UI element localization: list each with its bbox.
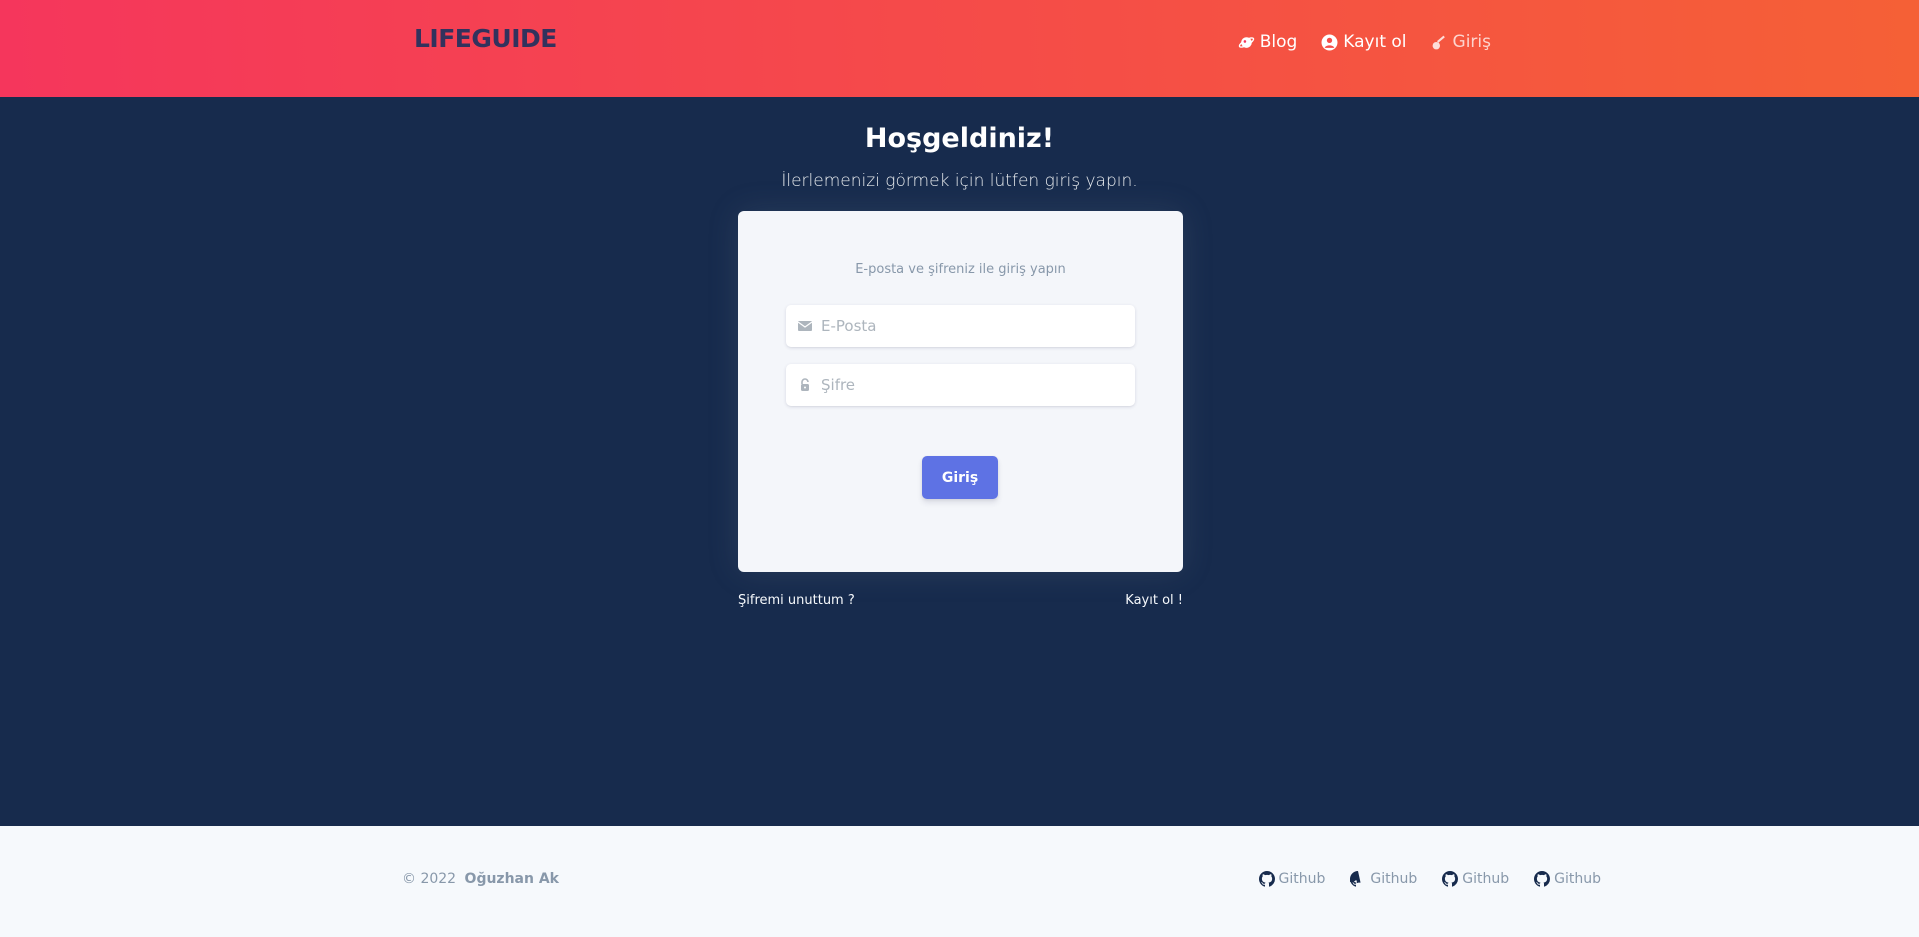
login-button[interactable]: Giriş bbox=[922, 456, 998, 499]
login-hint: E-posta ve şifreniz ile giriş yapın bbox=[855, 262, 1066, 277]
main-section: Hoşgeldiniz! İlerlemenizi görmek için lü… bbox=[0, 97, 1919, 826]
nav-link-login[interactable]: Giriş bbox=[1431, 32, 1491, 52]
nav-link-label: Kayıt ol bbox=[1343, 32, 1407, 52]
email-input[interactable] bbox=[821, 305, 1135, 347]
email-field bbox=[786, 305, 1135, 347]
password-field bbox=[786, 364, 1135, 406]
author-name[interactable]: Oğuzhan Ak bbox=[465, 871, 559, 887]
planet-icon bbox=[1238, 36, 1254, 48]
footer: © 2022 Oğuzhan Ak Github Github Github G… bbox=[0, 826, 1919, 937]
footer-link-github[interactable]: Github bbox=[1442, 871, 1509, 887]
footer-link-label: Github bbox=[1554, 871, 1601, 887]
key-icon bbox=[1432, 35, 1445, 49]
register-link[interactable]: Kayıt ol ! bbox=[1125, 593, 1183, 608]
footer-links: Github Github Github Github bbox=[1258, 871, 1601, 887]
nav-link-register[interactable]: Kayıt ol bbox=[1321, 32, 1407, 52]
envelope-icon bbox=[797, 321, 813, 331]
lock-icon bbox=[801, 378, 809, 391]
nav-link-label: Giriş bbox=[1452, 32, 1491, 52]
user-circle-icon bbox=[1321, 34, 1338, 50]
footer-link-github[interactable]: Github bbox=[1258, 871, 1326, 887]
footer-link-github[interactable]: Github bbox=[1534, 871, 1601, 887]
brand-logo[interactable]: LIFEGUIDE bbox=[414, 24, 557, 53]
password-input[interactable] bbox=[821, 364, 1135, 406]
footer-link-github[interactable]: Github bbox=[1350, 871, 1417, 887]
nav-menu: Blog Kayıt ol Giriş bbox=[1238, 32, 1491, 52]
footer-link-label: Github bbox=[1462, 871, 1510, 887]
footer-link-label: Github bbox=[1278, 871, 1326, 887]
forgot-password-link[interactable]: Şifremi unuttum ? bbox=[738, 593, 855, 608]
github-icon bbox=[1534, 871, 1551, 887]
page-title: Hoşgeldiniz! bbox=[864, 123, 1055, 154]
github-icon bbox=[1442, 871, 1459, 887]
github-icon bbox=[1258, 871, 1275, 887]
copyright: © 2022 Oğuzhan Ak bbox=[402, 871, 559, 887]
nav-link-label: Blog bbox=[1259, 32, 1298, 52]
login-card: E-posta ve şifreniz ile giriş yapın Giri… bbox=[738, 211, 1183, 572]
footer-link-label: Github bbox=[1370, 871, 1418, 887]
nav-link-blog[interactable]: Blog bbox=[1238, 32, 1298, 52]
top-navbar: LIFEGUIDE Blog Kayıt ol Giriş bbox=[0, 0, 1919, 97]
copyright-year: © 2022 bbox=[402, 871, 457, 887]
page-subtitle: İlerlemenizi görmek için lütfen giriş ya… bbox=[781, 171, 1138, 191]
github-icon bbox=[1350, 871, 1361, 887]
